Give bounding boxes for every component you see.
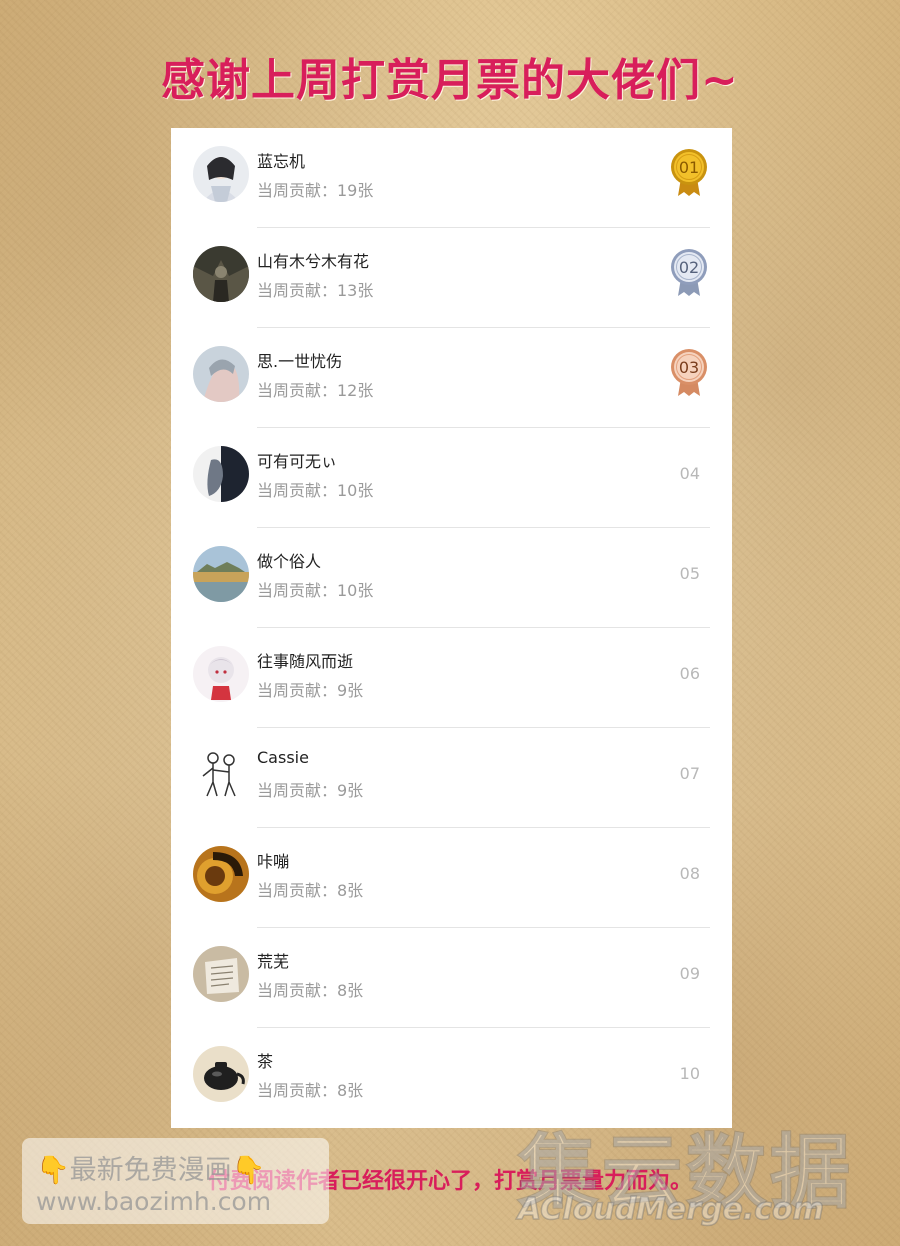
user-name: 咔嘣 <box>257 852 290 871</box>
avatar <box>193 246 249 302</box>
avatar <box>193 346 249 402</box>
rank-number: 03 <box>678 358 700 377</box>
rank-number: 01 <box>678 158 700 177</box>
avatar <box>193 1046 249 1102</box>
rank-number: 06 <box>679 664 700 683</box>
list-item[interactable]: 咔嘣 当周贡献：8张 08 <box>171 828 732 928</box>
watermark-left: 👇最新免费漫画👇 www.baozimh.com <box>22 1138 329 1224</box>
user-name: 茶 <box>257 1052 274 1071</box>
rank-number: 02 <box>678 258 700 277</box>
user-name: 荒芜 <box>257 952 290 971</box>
user-name: 思.一世忧伤 <box>257 352 343 371</box>
weekly-contribution: 当周贡献：8张 <box>257 981 364 1000</box>
list-item[interactable]: 荒芜 当周贡献：8张 09 <box>171 928 732 1028</box>
rank-number: 09 <box>679 964 700 983</box>
weekly-contribution: 当周贡献：19张 <box>257 181 374 200</box>
rank-number: 07 <box>679 764 700 783</box>
user-name: 蓝忘机 <box>257 152 306 171</box>
silver-medal-icon: 02 <box>668 248 710 298</box>
avatar <box>193 546 249 602</box>
bronze-medal-icon: 03 <box>668 348 710 398</box>
list-item[interactable]: 做个俗人 当周贡献：10张 05 <box>171 528 732 628</box>
pointing-hand-icon: 👇 <box>36 1155 70 1186</box>
weekly-contribution: 当周贡献：8张 <box>257 1081 364 1100</box>
user-name: 做个俗人 <box>257 552 322 571</box>
avatar <box>193 446 249 502</box>
page-title: 感谢上周打赏月票的大佬们~ <box>161 55 739 106</box>
weekly-contribution: 当周贡献：9张 <box>257 781 364 800</box>
rank-number: 04 <box>679 464 700 483</box>
avatar <box>193 646 249 702</box>
rank-number: 10 <box>679 1064 700 1083</box>
user-name: Cassie <box>257 748 309 767</box>
user-name: 山有木兮木有花 <box>257 252 370 271</box>
list-item[interactable]: 往事随风而逝 当周贡献：9张 06 <box>171 628 732 728</box>
avatar <box>193 146 249 202</box>
pointing-hand-icon: 👇 <box>231 1155 266 1186</box>
user-name: 往事随风而逝 <box>257 652 354 671</box>
avatar <box>193 846 249 902</box>
watermark-line1: 👇最新免费漫画👇 <box>36 1155 266 1186</box>
weekly-contribution: 当周贡献：8张 <box>257 881 364 900</box>
leaderboard-card: 蓝忘机 当周贡献：19张 01 山有木兮木有花 当周贡献：13张 02 思.一世… <box>171 128 732 1128</box>
avatar <box>193 946 249 1002</box>
list-item[interactable]: 山有木兮木有花 当周贡献：13张 02 <box>171 228 732 328</box>
avatar <box>193 746 249 802</box>
gold-medal-icon: 01 <box>668 148 710 198</box>
weekly-contribution: 当周贡献：12张 <box>257 381 374 400</box>
list-item[interactable]: 可有可无ぃ 当周贡献：10张 04 <box>171 428 732 528</box>
watermark-url: ACloudMerge.com <box>517 1191 824 1228</box>
watermark-line2: www.baozimh.com <box>36 1187 272 1216</box>
user-name: 可有可无ぃ <box>257 452 338 471</box>
list-item[interactable]: 蓝忘机 当周贡献：19张 01 <box>171 128 732 228</box>
weekly-contribution: 当周贡献：13张 <box>257 281 374 300</box>
weekly-contribution: 当周贡献：10张 <box>257 481 374 500</box>
weekly-contribution: 当周贡献：9张 <box>257 681 364 700</box>
list-item[interactable]: 思.一世忧伤 当周贡献：12张 03 <box>171 328 732 428</box>
weekly-contribution: 当周贡献：10张 <box>257 581 374 600</box>
rank-number: 05 <box>679 564 700 583</box>
rank-number: 08 <box>679 864 700 883</box>
list-item[interactable]: Cassie 当周贡献：9张 07 <box>171 728 732 828</box>
